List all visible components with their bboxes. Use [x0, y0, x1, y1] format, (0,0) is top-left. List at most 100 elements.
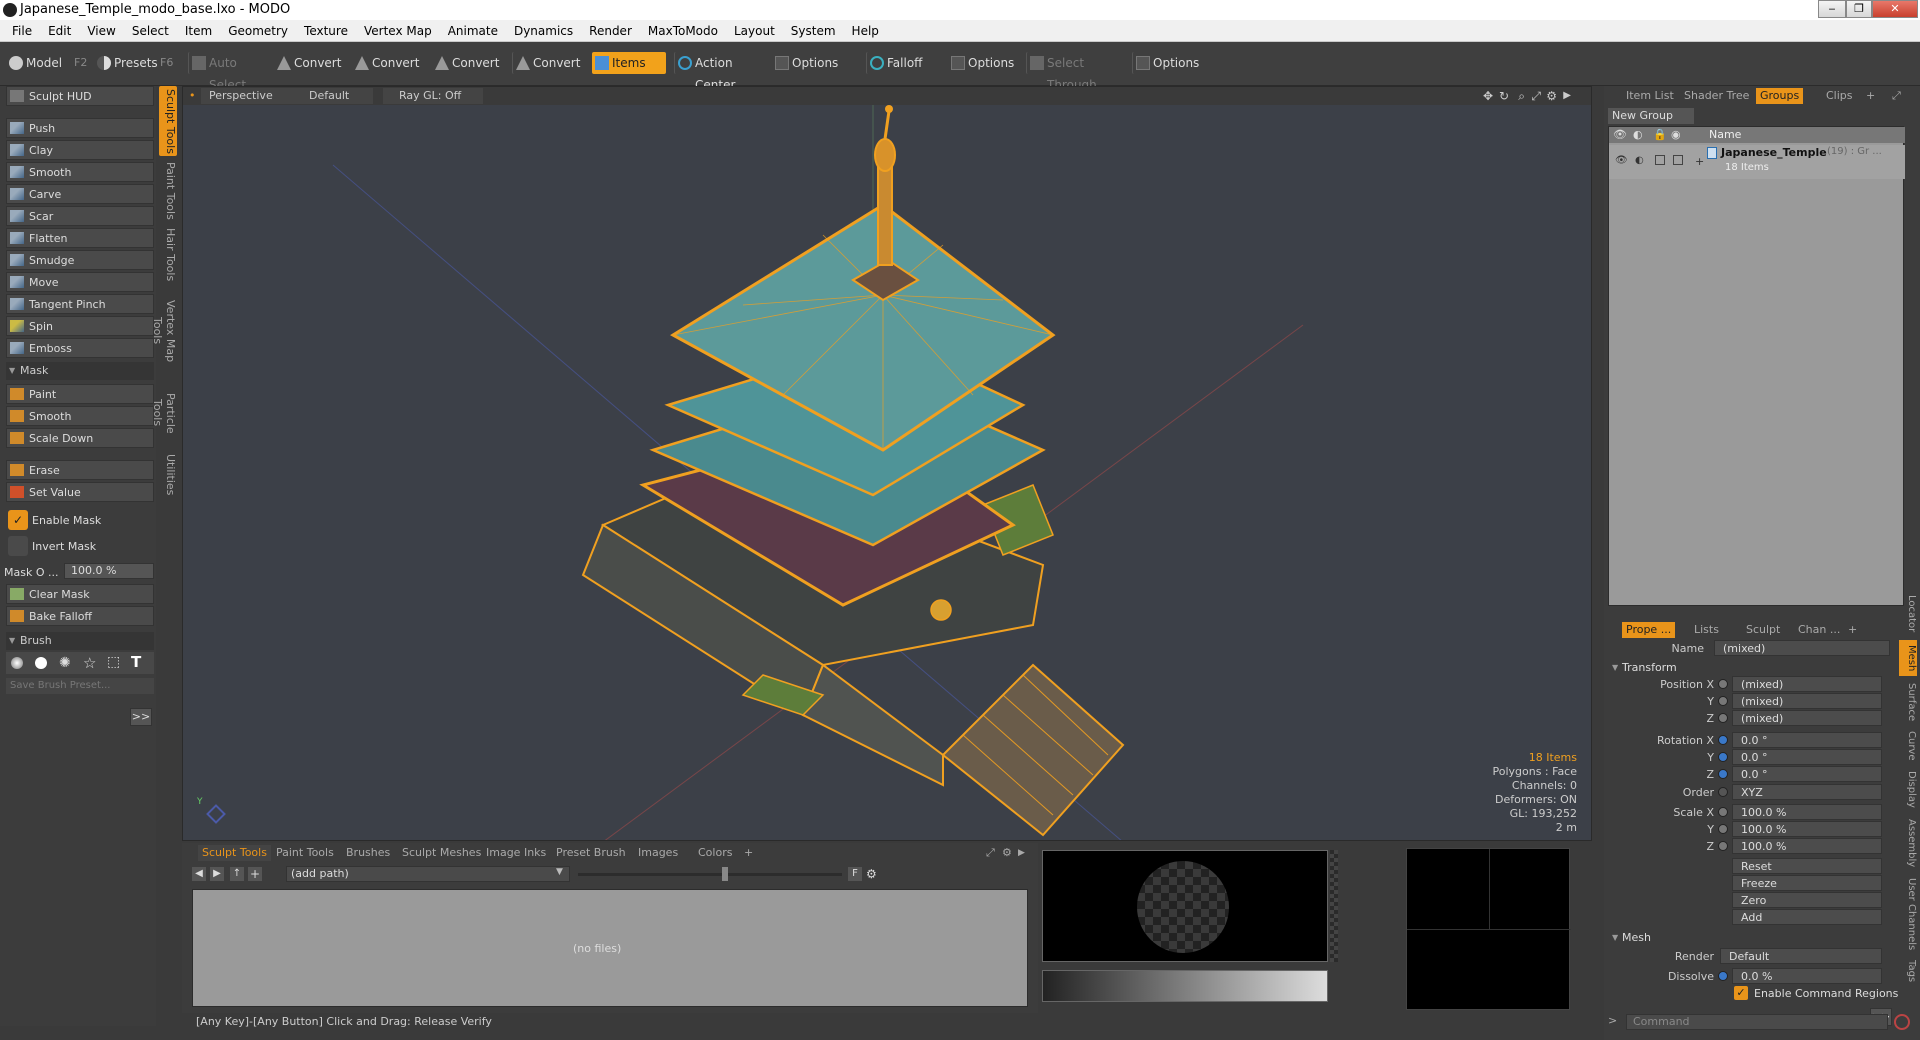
add-prop-tab[interactable]: +	[1848, 622, 1857, 638]
tab-colors[interactable]: Colors	[698, 845, 732, 861]
viewport-menu-arrow-icon[interactable]: ▶	[1563, 88, 1571, 104]
enable-mask-checkbox[interactable]: ✓	[8, 510, 28, 530]
tab-sculpt-meshes[interactable]: Sculpt Meshes	[402, 845, 481, 861]
menu-animate[interactable]: Animate	[440, 20, 506, 42]
viewport-settings-icon[interactable]: ⚙	[1546, 88, 1557, 104]
path-dropdown[interactable]: (add path)	[286, 866, 570, 882]
rotation-x-field[interactable]: 0.0 °	[1732, 732, 1882, 748]
items-mode-button[interactable]: Items	[592, 52, 666, 74]
tab-lists[interactable]: Lists	[1694, 622, 1719, 638]
menu-system[interactable]: System	[783, 20, 844, 42]
star-brush-icon[interactable]: ☆	[83, 654, 96, 672]
browser-settings-icon[interactable]: ⚙	[866, 867, 877, 881]
zero-dropdown[interactable]: Zero	[1732, 892, 1882, 908]
rotation-y-keyframe-dot[interactable]	[1718, 752, 1728, 762]
freeze-dropdown[interactable]: Freeze	[1732, 875, 1882, 891]
render-dropdown[interactable]: Default	[1720, 948, 1882, 964]
panel-maximize-icon[interactable]: ⤢	[1892, 88, 1901, 104]
clay-tool[interactable]: Clay	[6, 140, 154, 160]
dissolve-keyframe-dot[interactable]	[1718, 971, 1728, 981]
hard-brush-icon[interactable]	[35, 657, 47, 669]
position-z-keyframe-dot[interactable]	[1718, 713, 1728, 723]
menu-file[interactable]: File	[0, 20, 40, 42]
command-input[interactable]: Command	[1626, 1014, 1888, 1030]
order-dropdown[interactable]: XYZ	[1732, 784, 1882, 800]
tab-particle-tools[interactable]: Particle Tools	[151, 378, 177, 448]
move-tool[interactable]: Move	[6, 272, 154, 292]
tab-channels[interactable]: Chan ...	[1798, 622, 1840, 638]
mask-section-header[interactable]: Mask	[6, 362, 154, 380]
side-tab-surface[interactable]: Surface	[1899, 678, 1917, 726]
options-button-3[interactable]: Options	[1132, 52, 1214, 74]
menu-render[interactable]: Render	[581, 20, 640, 42]
group-render-icon[interactable]: ◐	[1635, 155, 1644, 166]
spin-tool[interactable]: Spin	[6, 316, 154, 336]
clear-mask-button[interactable]: Clear Mask	[6, 584, 154, 604]
menu-vertex-map[interactable]: Vertex Map	[356, 20, 440, 42]
file-list-area[interactable]: (no files)	[192, 889, 1028, 1007]
rotation-z-keyframe-dot[interactable]	[1718, 769, 1728, 779]
tangent-pinch-tool[interactable]: Tangent Pinch	[6, 294, 154, 314]
zoom-icon[interactable]: ⌕	[1518, 88, 1525, 104]
reset-dropdown[interactable]: Reset	[1732, 858, 1882, 874]
thumbnail-size-slider[interactable]	[578, 873, 842, 876]
position-y-field[interactable]: (mixed)	[1732, 693, 1882, 709]
side-tab-display[interactable]: Display	[1899, 766, 1917, 812]
brush-section-header[interactable]: Brush	[6, 632, 154, 650]
tab-item-list[interactable]: Item List	[1626, 88, 1674, 104]
tab-groups[interactable]: Groups	[1756, 88, 1804, 104]
group-visibility-icon[interactable]: 👁	[1615, 155, 1628, 166]
fit-icon[interactable]: ⤢	[1531, 88, 1541, 104]
panel-settings-icon[interactable]: ⚙	[1002, 845, 1012, 861]
invert-mask-checkbox[interactable]	[8, 536, 28, 556]
auto-select-button[interactable]: Auto Select	[188, 52, 270, 92]
menu-dynamics[interactable]: Dynamics	[506, 20, 581, 42]
back-arrow-icon[interactable]: ◀	[192, 867, 206, 881]
menu-edit[interactable]: Edit	[40, 20, 79, 42]
side-tab-curve[interactable]: Curve	[1899, 728, 1917, 764]
menu-texture[interactable]: Texture	[296, 20, 356, 42]
maximize-panel-icon[interactable]: ⤢	[986, 845, 995, 861]
add-tab-button[interactable]: +	[744, 845, 753, 861]
flatten-tool[interactable]: Flatten	[6, 228, 154, 248]
expand-group-icon[interactable]: +	[1695, 155, 1704, 168]
scale-z-field[interactable]: 100.0 %	[1732, 838, 1882, 854]
position-x-field[interactable]: (mixed)	[1732, 676, 1882, 692]
erase-button[interactable]: Erase	[6, 460, 154, 480]
tab-utilities[interactable]: Utilities	[159, 450, 177, 500]
dissolve-field[interactable]: 0.0 %	[1732, 968, 1882, 984]
thumbnail-size-handle[interactable]	[722, 867, 728, 881]
falloff-button[interactable]: Falloff	[866, 52, 942, 74]
presets-button[interactable]: Presets	[94, 52, 164, 74]
menu-select[interactable]: Select	[124, 20, 177, 42]
position-x-keyframe-dot[interactable]	[1718, 679, 1728, 689]
rotation-y-field[interactable]: 0.0 °	[1732, 749, 1882, 765]
side-tab-tags[interactable]: Tags	[1899, 956, 1917, 986]
command-history-icon[interactable]	[1894, 1014, 1910, 1030]
tab-sculpt-tools[interactable]: Sculpt Tools	[159, 86, 177, 156]
parent-folder-icon[interactable]: ↑	[230, 867, 244, 881]
splat-brush-icon[interactable]: ✺	[59, 655, 71, 671]
tab-shader-tree[interactable]: Shader Tree	[1684, 88, 1749, 104]
tab-sculpt[interactable]: Sculpt	[1746, 622, 1780, 638]
group-select-toggle[interactable]	[1673, 155, 1683, 165]
convert-button-2[interactable]: Convert	[352, 52, 424, 74]
tab-hair-tools[interactable]: Hair Tools	[159, 226, 177, 284]
tab-vertex-map-tools[interactable]: Vertex Map Tools	[151, 286, 177, 376]
smudge-tool[interactable]: Smudge	[6, 250, 154, 270]
view-type-dropdown[interactable]: Perspective	[201, 88, 291, 104]
scale-y-keyframe-dot[interactable]	[1718, 824, 1728, 834]
mesh-section-header[interactable]: Mesh	[1608, 930, 1888, 946]
tab-clips[interactable]: Clips	[1826, 88, 1853, 104]
scale-x-keyframe-dot[interactable]	[1718, 807, 1728, 817]
soft-brush-icon[interactable]	[11, 657, 23, 669]
filter-button[interactable]: F	[848, 867, 862, 881]
convert-button-1[interactable]: Convert	[274, 52, 346, 74]
tab-sculpt-tools-browser[interactable]: Sculpt Tools	[198, 845, 271, 861]
panel-menu-arrow-icon[interactable]: ▶	[1018, 845, 1025, 861]
add-panel-tab[interactable]: +	[1866, 88, 1875, 104]
sculpt-hud-button[interactable]: Sculpt HUD	[6, 86, 154, 106]
menu-layout[interactable]: Layout	[726, 20, 783, 42]
mask-paint-tool[interactable]: Paint	[6, 384, 154, 404]
tab-images[interactable]: Images	[638, 845, 678, 861]
